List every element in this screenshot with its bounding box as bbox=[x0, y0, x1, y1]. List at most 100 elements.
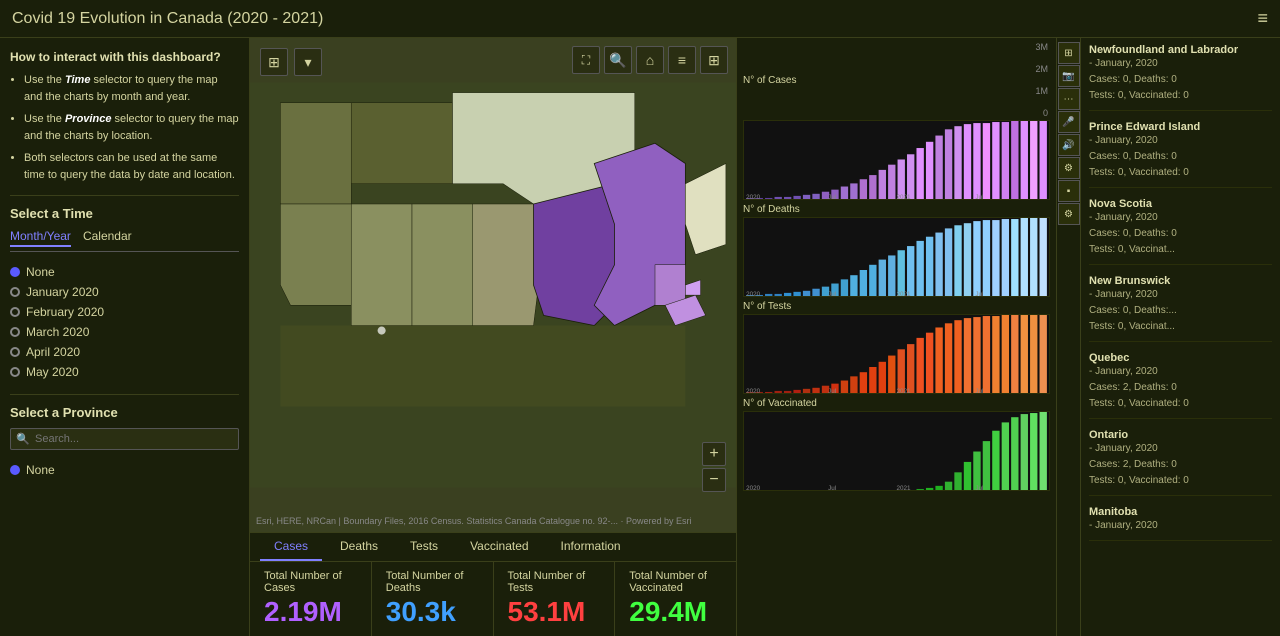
chart-deaths-ylabel: N° of Deaths bbox=[743, 204, 1050, 215]
province-search-input[interactable] bbox=[10, 428, 239, 450]
time-option-apr2020[interactable]: April 2020 bbox=[10, 342, 239, 362]
time-option-mar2020[interactable]: March 2020 bbox=[10, 322, 239, 342]
svg-text:2020: 2020 bbox=[746, 388, 761, 393]
search-icon: 🔍 bbox=[16, 433, 30, 446]
app-title: Covid 19 Evolution in Canada (2020 - 202… bbox=[12, 10, 323, 28]
menu-icon[interactable]: ≡ bbox=[1257, 8, 1268, 29]
chart-vaccinated-area: 2020 Jul 2021 Jul bbox=[743, 411, 1050, 491]
svg-text:Jul: Jul bbox=[975, 388, 983, 393]
map-tool-dropdown[interactable]: ▾ bbox=[294, 48, 322, 76]
right-section: ⊞ 📷 ⋯ 🎤 🔊 ⚙ ▪ ⚙ Newfoundland and Labrado… bbox=[1056, 38, 1280, 636]
stat-cases-label: Total Number of Cases bbox=[264, 570, 357, 594]
chart-cases-ylabel: N° of Cases bbox=[743, 75, 796, 86]
svg-text:2021: 2021 bbox=[897, 388, 912, 393]
province-item-qc: Quebec - January, 2020Cases: 2, Deaths: … bbox=[1089, 352, 1272, 419]
time-option-feb2020[interactable]: February 2020 bbox=[10, 302, 239, 322]
chart-cases-area: var colors = ['#6040a0','#7050b0','#9060… bbox=[743, 120, 1050, 200]
chart-deaths-area: 2020 Jul 2021 Jul bbox=[743, 217, 1050, 297]
action-icons-panel: ⊞ 📷 ⋯ 🎤 🔊 ⚙ ▪ ⚙ bbox=[1056, 38, 1080, 636]
province-stats-nl: - January, 2020Cases: 0, Deaths: 0Tests:… bbox=[1089, 56, 1272, 104]
svg-text:Jul: Jul bbox=[828, 388, 836, 393]
province-name-nb: New Brunswick bbox=[1089, 275, 1272, 287]
left-panel: How to interact with this dashboard? Use… bbox=[0, 38, 250, 636]
action-icon-camera[interactable]: 📷 bbox=[1058, 65, 1080, 87]
map-tool-1[interactable]: ⊞ bbox=[260, 48, 288, 76]
province-stats-mb: - January, 2020 bbox=[1089, 518, 1272, 534]
province-search-wrap: 🔍 bbox=[10, 428, 239, 450]
stat-deaths: Total Number of Deaths 30.3k bbox=[372, 562, 494, 636]
svg-text:2020: 2020 bbox=[746, 194, 761, 199]
chart-deaths-svg: 2020 Jul 2021 Jul bbox=[744, 218, 1049, 296]
time-section-label: Select a Time bbox=[10, 206, 239, 221]
stat-vaccinated: Total Number of Vaccinated 29.4M bbox=[615, 562, 736, 636]
map-toolbar: ⊞ ▾ bbox=[260, 48, 322, 76]
province-option-none[interactable]: None bbox=[10, 460, 239, 480]
map-area[interactable]: ⊞ ▾ bbox=[250, 38, 736, 532]
time-option-jan-label: January 2020 bbox=[26, 285, 99, 299]
svg-text:2021: 2021 bbox=[897, 194, 912, 199]
action-icon-settings-2[interactable]: ⚙ bbox=[1058, 203, 1080, 225]
action-icon-sound[interactable]: 🔊 bbox=[1058, 134, 1080, 156]
action-icon-grid[interactable]: ⊞ bbox=[1058, 42, 1080, 64]
tab-information[interactable]: Information bbox=[547, 533, 635, 561]
search-map-icon[interactable]: 🔍 bbox=[604, 46, 632, 74]
how-to-tip-3: Both selectors can be used at the same t… bbox=[24, 150, 239, 183]
radio-dot-feb bbox=[10, 307, 20, 317]
radio-dot-jan bbox=[10, 287, 20, 297]
svg-text:Jul: Jul bbox=[975, 291, 983, 296]
province-name-nl: Newfoundland and Labrador bbox=[1089, 44, 1272, 56]
province-name-ns: Nova Scotia bbox=[1089, 198, 1272, 210]
chart-deaths: N° of Deaths bbox=[743, 204, 1050, 297]
stat-tests-value: 53.1M bbox=[508, 596, 601, 628]
tab-tests[interactable]: Tests bbox=[396, 533, 452, 561]
time-option-none[interactable]: None bbox=[10, 262, 239, 282]
action-icon-mic[interactable]: 🎤 bbox=[1058, 111, 1080, 133]
tab-calendar[interactable]: Calendar bbox=[83, 229, 132, 247]
action-icon-settings-1[interactable]: ⚙ bbox=[1058, 157, 1080, 179]
time-option-mar-label: March 2020 bbox=[26, 325, 89, 339]
top-bar: Covid 19 Evolution in Canada (2020 - 202… bbox=[0, 0, 1280, 38]
list-icon[interactable]: ≡ bbox=[668, 46, 696, 74]
home-icon[interactable]: ⌂ bbox=[636, 46, 664, 74]
province-options-list: None bbox=[10, 460, 239, 480]
stat-vaccinated-label: Total Number of Vaccinated bbox=[629, 570, 722, 594]
province-item-nl: Newfoundland and Labrador - January, 202… bbox=[1089, 44, 1272, 111]
province-section-label: Select a Province bbox=[10, 405, 239, 420]
grid-icon[interactable]: ⊞ bbox=[700, 46, 728, 74]
province-name-mb: Manitoba bbox=[1089, 506, 1272, 518]
svg-text:Jul: Jul bbox=[828, 291, 836, 296]
bottom-tabs: Cases Deaths Tests Vaccinated Informatio… bbox=[250, 532, 736, 561]
stat-tests-label: Total Number of Tests bbox=[508, 570, 601, 594]
svg-text:2021: 2021 bbox=[897, 291, 912, 296]
chart-tests-area: 2020 Jul 2021 Jul bbox=[743, 314, 1050, 394]
time-option-jan2020[interactable]: January 2020 bbox=[10, 282, 239, 302]
svg-text:Jul: Jul bbox=[975, 485, 983, 490]
province-stats-qc: - January, 2020Cases: 2, Deaths: 0Tests:… bbox=[1089, 364, 1272, 412]
chart-vaccinated: N° of Vaccinated bbox=[743, 398, 1050, 491]
zoom-in-button[interactable]: + bbox=[702, 442, 726, 466]
tab-month-year[interactable]: Month/Year bbox=[10, 229, 71, 247]
stat-vaccinated-value: 29.4M bbox=[629, 596, 722, 628]
tab-vaccinated[interactable]: Vaccinated bbox=[456, 533, 542, 561]
time-options-list: None January 2020 February 2020 March 20… bbox=[10, 262, 239, 382]
svg-text:Jul: Jul bbox=[975, 194, 983, 199]
action-icon-more[interactable]: ⋯ bbox=[1058, 88, 1080, 110]
province-item-on: Ontario - January, 2020Cases: 2, Deaths:… bbox=[1089, 429, 1272, 496]
svg-text:2021: 2021 bbox=[897, 485, 912, 490]
province-stats-on: - January, 2020Cases: 2, Deaths: 0Tests:… bbox=[1089, 441, 1272, 489]
radio-dot-may bbox=[10, 367, 20, 377]
tab-deaths[interactable]: Deaths bbox=[326, 533, 392, 561]
province-none-label: None bbox=[26, 463, 55, 477]
province-item-pei: Prince Edward Island - January, 2020Case… bbox=[1089, 121, 1272, 188]
center-panel: ⊞ ▾ bbox=[250, 38, 736, 636]
tab-cases[interactable]: Cases bbox=[260, 533, 322, 561]
expand-icon[interactable]: ⛶ bbox=[572, 46, 600, 74]
province-name-qc: Quebec bbox=[1089, 352, 1272, 364]
province-item-nb: New Brunswick - January, 2020Cases: 0, D… bbox=[1089, 275, 1272, 342]
radio-dot-none bbox=[10, 267, 20, 277]
svg-text:2020: 2020 bbox=[746, 485, 761, 490]
action-icon-box[interactable]: ▪ bbox=[1058, 180, 1080, 202]
stats-row: Total Number of Cases 2.19M Total Number… bbox=[250, 561, 736, 636]
zoom-out-button[interactable]: − bbox=[702, 468, 726, 492]
time-option-may2020[interactable]: May 2020 bbox=[10, 362, 239, 382]
